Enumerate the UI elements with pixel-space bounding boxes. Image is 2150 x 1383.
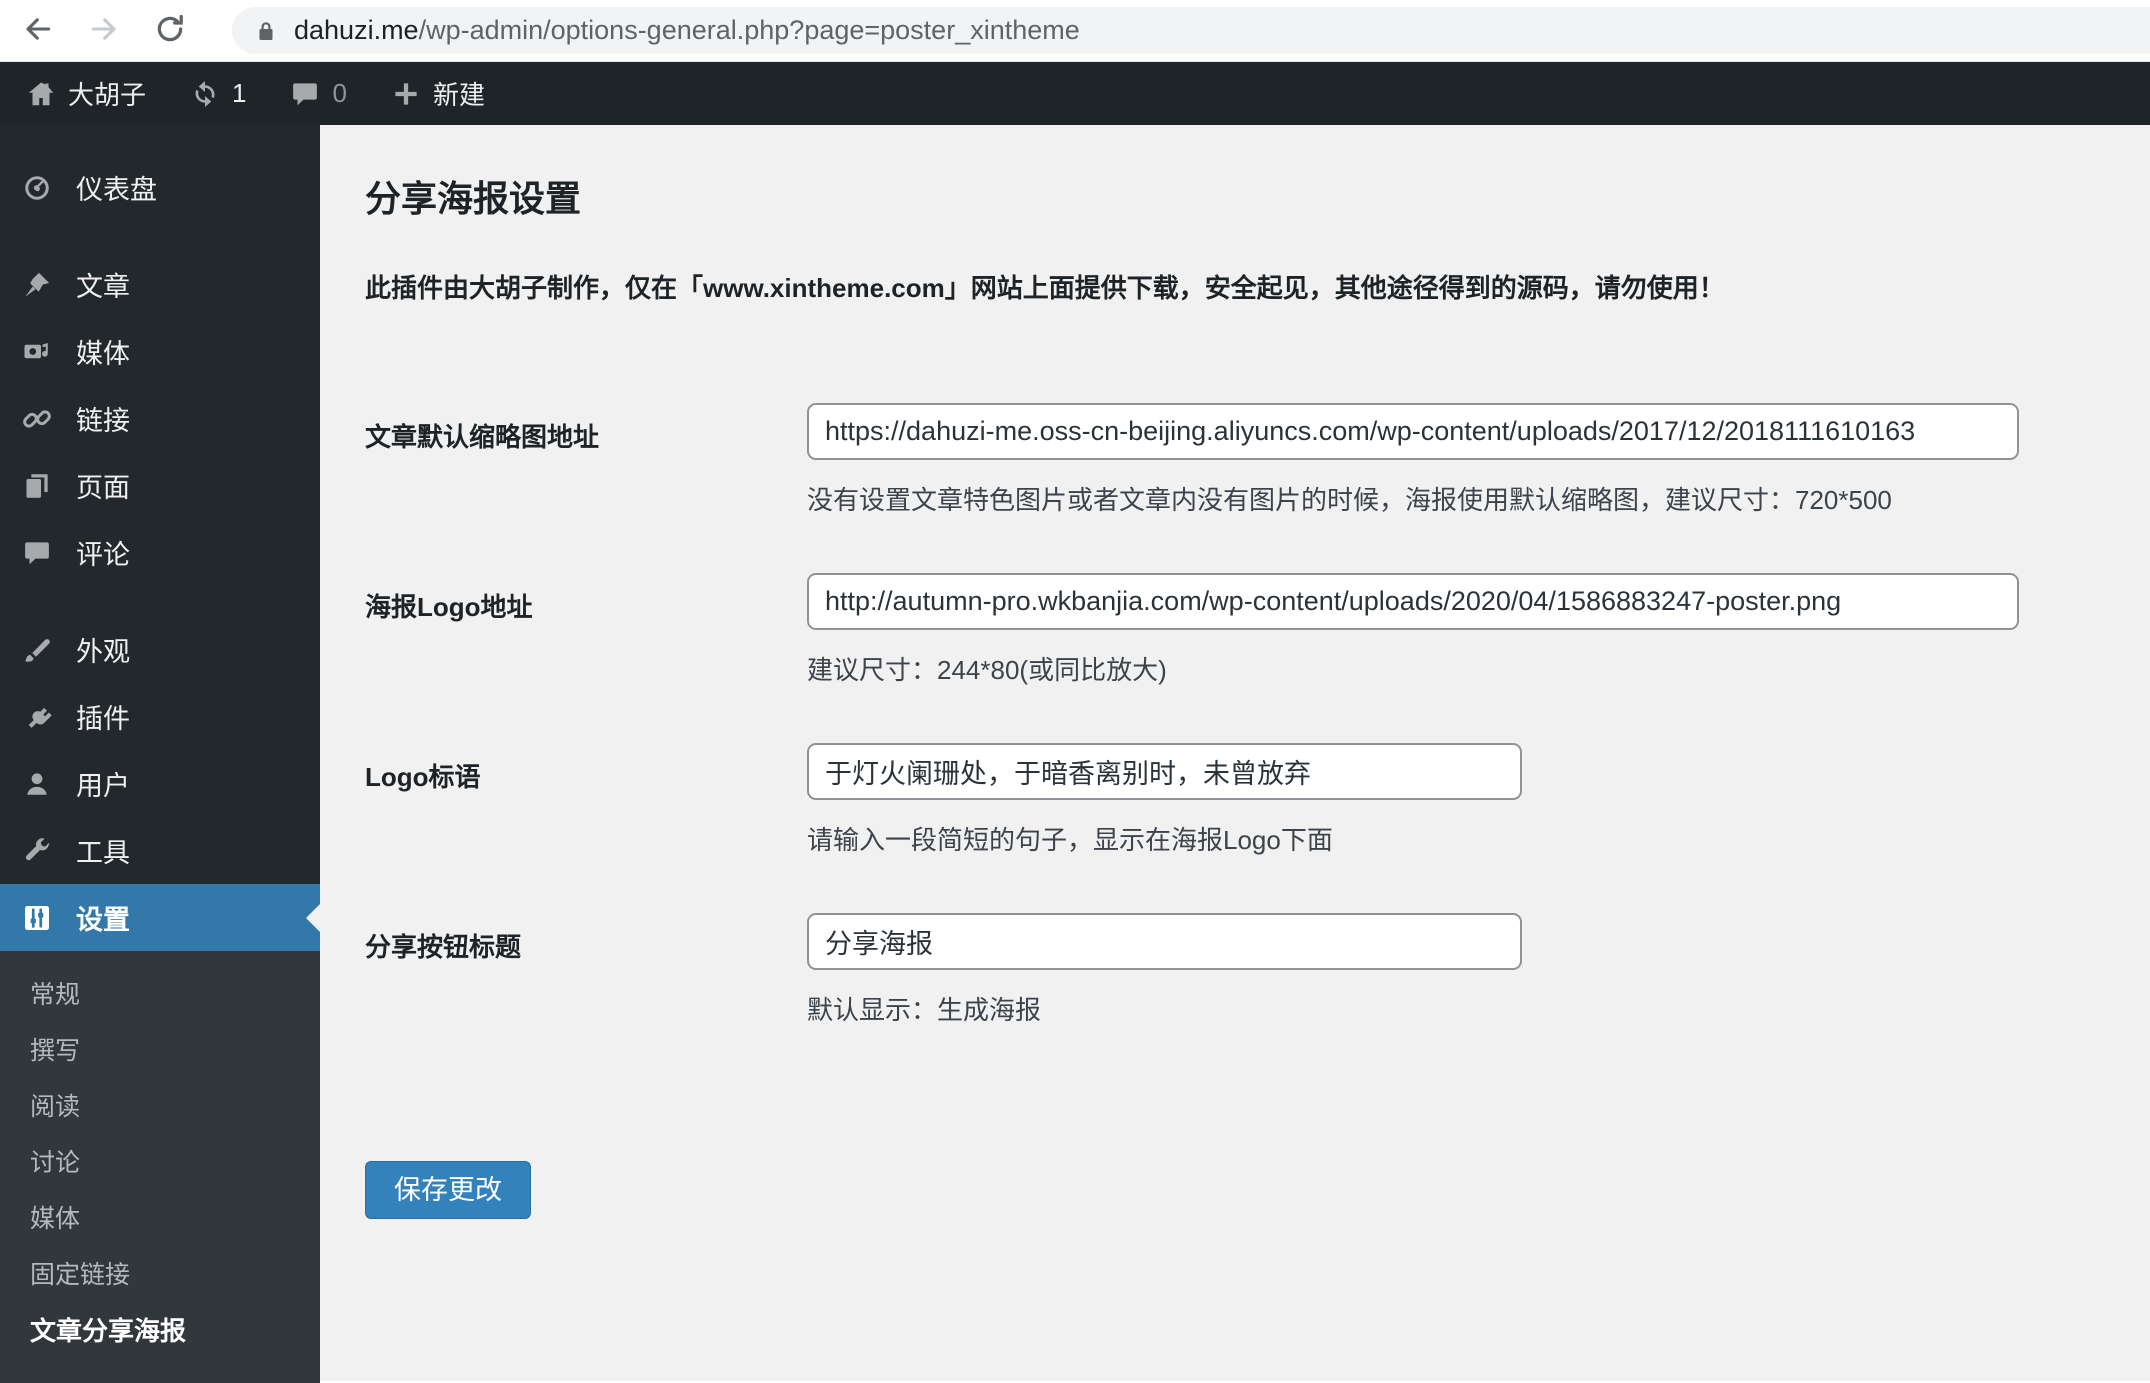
wp-admin-bar: 大胡子 1 0 新建 xyxy=(0,62,2150,125)
share-button-title-field-area: 默认显示：生成海报 xyxy=(807,913,1522,1027)
adminbar-comments[interactable]: 0 xyxy=(290,78,347,109)
adminbar-site-name[interactable]: 大胡子 xyxy=(26,75,146,112)
sidebar-item-settings[interactable]: 设置 xyxy=(0,884,320,951)
sidebar-item-label: 文章 xyxy=(76,272,130,302)
back-icon xyxy=(21,12,55,49)
poster-logo-url-label: 海报Logo地址 xyxy=(365,592,533,622)
brush-icon xyxy=(22,635,52,665)
update-count: 1 xyxy=(232,78,247,108)
updates-icon xyxy=(190,79,220,109)
sidebar-item-links[interactable]: 链接 xyxy=(0,385,320,452)
sidebar-item-media[interactable]: 媒体 xyxy=(0,318,320,385)
sidebar-item-pages[interactable]: 页面 xyxy=(0,452,320,519)
forward-button[interactable] xyxy=(86,13,122,49)
comment-icon xyxy=(22,538,52,568)
url-text: dahuzi.me/wp-admin/options-general.php?p… xyxy=(294,15,1080,46)
sidebar-item-comments[interactable]: 评论 xyxy=(0,519,320,586)
sidebar-item-users[interactable]: 用户 xyxy=(0,750,320,817)
reload-icon xyxy=(153,12,187,49)
share-button-title-label: 分享按钮标题 xyxy=(365,932,522,962)
plug-icon xyxy=(22,702,52,732)
comment-count: 0 xyxy=(332,78,347,108)
default-thumbnail-url-field-area: 没有设置文章特色图片或者文章内没有图片的时候，海报使用默认缩略图，建议尺寸：72… xyxy=(807,403,2019,517)
default-thumbnail-url-label: 文章默认缩略图地址 xyxy=(365,422,600,452)
sidebar-item-appearance[interactable]: 外观 xyxy=(0,616,320,683)
sidebar-item-posts[interactable]: 文章 xyxy=(0,251,320,318)
form-row-share-button-title: 分享按钮标题默认显示：生成海报 xyxy=(365,913,2150,1027)
address-bar[interactable]: dahuzi.me/wp-admin/options-general.php?p… xyxy=(232,7,2150,54)
settings-page: 分享海报设置 此插件由大胡子制作，仅在「www.xintheme.com」网站上… xyxy=(320,125,2150,1381)
sidebar-item-label: 设置 xyxy=(76,905,130,935)
url-path: /wp-admin/options-general.php?page=poste… xyxy=(418,15,1080,45)
wrench-icon xyxy=(22,836,52,866)
sidebar-item-label: 链接 xyxy=(76,406,130,436)
submenu-item-permalinks[interactable]: 固定链接 xyxy=(0,1247,320,1303)
sidebar-item-plugins[interactable]: 插件 xyxy=(0,683,320,750)
submenu-item-discussion[interactable]: 讨论 xyxy=(0,1135,320,1191)
sidebar-item-label: 外观 xyxy=(76,637,130,667)
poster-logo-url-hint: 建议尺寸：244*80(或同比放大) xyxy=(807,655,1167,685)
browser-toolbar: dahuzi.me/wp-admin/options-general.php?p… xyxy=(0,0,2150,62)
settings-submenu: 常规 撰写 阅读 讨论 媒体 固定链接 文章分享海报 xyxy=(0,951,320,1383)
adminbar-new[interactable]: 新建 xyxy=(391,75,485,112)
link-icon xyxy=(22,404,52,434)
site-name-label: 大胡子 xyxy=(68,80,147,110)
page-title: 分享海报设置 xyxy=(365,178,582,219)
sliders-icon xyxy=(22,903,52,933)
submenu-item-media-settings[interactable]: 媒体 xyxy=(0,1191,320,1247)
logo-slogan-label: Logo标语 xyxy=(365,762,481,792)
dashboard-icon xyxy=(22,173,52,203)
submenu-item-poster-share[interactable]: 文章分享海报 xyxy=(0,1303,320,1359)
comment-bubble-icon xyxy=(290,79,320,109)
sidebar-item-label: 仪表盘 xyxy=(76,175,157,205)
reload-button[interactable] xyxy=(152,13,188,49)
user-icon xyxy=(22,769,52,799)
plus-icon xyxy=(391,79,421,109)
forward-icon xyxy=(87,12,121,49)
form-row-logo-slogan: Logo标语请输入一段简短的句子，显示在海报Logo下面 xyxy=(365,743,2150,857)
wp-sidebar-menu: 仪表盘 文章 媒体 链接 页面 评论 外观 插件 用户 工具 设置 常规 撰写 阅读 讨论 媒体 固定链接 文章分… xyxy=(0,125,320,1383)
pages-icon xyxy=(22,471,52,501)
sidebar-item-label: 评论 xyxy=(76,540,130,570)
logo-slogan-hint: 请输入一段简短的句子，显示在海报Logo下面 xyxy=(807,825,1333,855)
home-icon xyxy=(26,79,56,109)
sidebar-item-label: 页面 xyxy=(76,473,130,503)
default-thumbnail-url-input[interactable] xyxy=(807,403,2019,460)
logo-slogan-field-area: 请输入一段简短的句子，显示在海报Logo下面 xyxy=(807,743,1522,857)
sidebar-item-label: 工具 xyxy=(76,838,130,868)
adminbar-updates[interactable]: 1 xyxy=(190,78,246,109)
lock-icon xyxy=(254,19,278,43)
sidebar-item-label: 插件 xyxy=(76,704,130,734)
poster-logo-url-field-area: 建议尺寸：244*80(或同比放大) xyxy=(807,573,2019,687)
submenu-item-general[interactable]: 常规 xyxy=(0,967,320,1023)
media-icon xyxy=(22,337,52,367)
default-thumbnail-url-hint: 没有设置文章特色图片或者文章内没有图片的时候，海报使用默认缩略图，建议尺寸：72… xyxy=(807,485,1892,515)
pin-icon xyxy=(22,270,52,300)
sidebar-item-dashboard[interactable]: 仪表盘 xyxy=(0,154,320,221)
form-row-default-thumbnail-url: 文章默认缩略图地址没有设置文章特色图片或者文章内没有图片的时候，海报使用默认缩略… xyxy=(365,403,2150,517)
logo-slogan-input[interactable] xyxy=(807,743,1522,800)
url-host: dahuzi.me xyxy=(294,15,419,45)
plugin-notice: 此插件由大胡子制作，仅在「www.xintheme.com」网站上面提供下载，安… xyxy=(365,273,1725,303)
submenu-item-writing[interactable]: 撰写 xyxy=(0,1023,320,1079)
submenu-item-reading[interactable]: 阅读 xyxy=(0,1079,320,1135)
share-button-title-input[interactable] xyxy=(807,913,1522,970)
sidebar-item-label: 媒体 xyxy=(76,339,130,369)
poster-logo-url-input[interactable] xyxy=(807,573,2019,630)
save-changes-button[interactable]: 保存更改 xyxy=(365,1161,531,1219)
form-row-poster-logo-url: 海报Logo地址建议尺寸：244*80(或同比放大) xyxy=(365,573,2150,687)
back-button[interactable] xyxy=(20,13,56,49)
share-button-title-hint: 默认显示：生成海报 xyxy=(807,995,1042,1025)
poster-settings-form: 文章默认缩略图地址没有设置文章特色图片或者文章内没有图片的时候，海报使用默认缩略… xyxy=(365,403,2150,1027)
sidebar-item-tools[interactable]: 工具 xyxy=(0,817,320,884)
sidebar-item-label: 用户 xyxy=(76,771,130,801)
new-label: 新建 xyxy=(432,80,485,110)
